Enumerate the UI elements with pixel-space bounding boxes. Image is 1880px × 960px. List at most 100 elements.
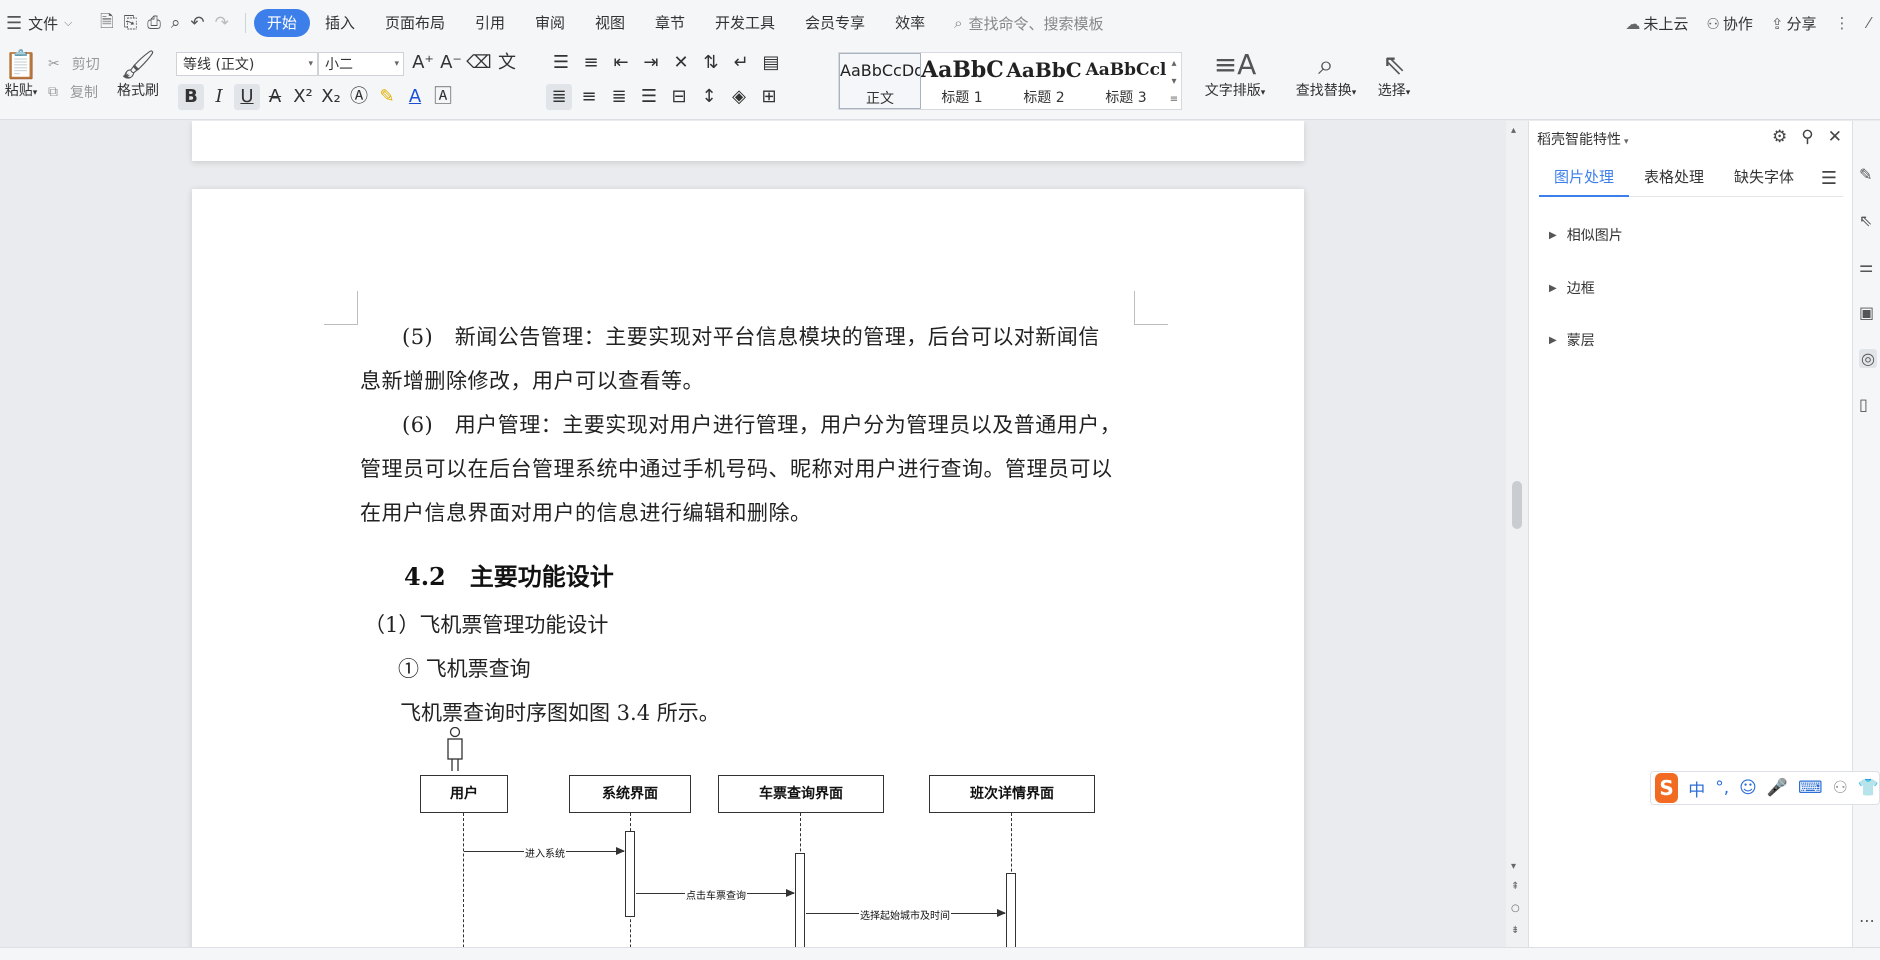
cut-button[interactable]: ✂ 剪切 <box>48 54 100 74</box>
bold-icon[interactable]: B <box>178 84 204 110</box>
font-name-select[interactable]: 等线 (正文) ▾ <box>176 52 318 76</box>
decrease-indent-icon[interactable]: ⇤ <box>608 50 634 76</box>
grow-font-icon[interactable]: A⁺ <box>410 50 436 76</box>
punctuation-icon[interactable]: °, <box>1715 778 1729 798</box>
next-page-icon[interactable]: ⇟ <box>1511 925 1519 936</box>
justify-icon[interactable]: ☰ <box>636 84 662 110</box>
text-layout-button[interactable]: ≡A 文字排版▾ <box>1198 48 1272 100</box>
clear-format-icon[interactable]: ⌫ <box>466 50 492 76</box>
style-scroll[interactable]: ▴ ▾ ≡ <box>1167 53 1181 109</box>
distribute-icon[interactable]: ⊟ <box>666 84 692 110</box>
panel-item-border[interactable]: ▶ 边框 <box>1549 278 1595 298</box>
tab-efficiency[interactable]: 效率 <box>880 9 940 37</box>
gear-icon[interactable]: ⚙ <box>1772 127 1787 147</box>
sequence-diagram[interactable]: 用户 系统界面 车票查询界面 班次详情界面 进入系统 点击车票查询 选择起始城市… <box>420 727 1120 947</box>
command-search[interactable]: ⌕ 查找命令、搜索模板 <box>954 13 1103 34</box>
emoji-icon[interactable]: ☺ <box>1739 778 1757 798</box>
chinese-layout-icon[interactable]: ✕ <box>668 50 694 76</box>
line-spacing-icon[interactable]: ↕ <box>696 84 722 110</box>
shirt-icon[interactable]: 👕 <box>1858 778 1879 798</box>
more-icon[interactable]: ⋮ <box>1834 14 1849 32</box>
find-replace-button[interactable]: ⌕ 查找替换▾ <box>1288 48 1364 100</box>
superscript-icon[interactable]: X² <box>290 84 316 110</box>
save-icon[interactable]: 🗎 <box>100 9 114 38</box>
sort-icon[interactable]: ⇅ <box>698 50 724 76</box>
redo-icon[interactable]: ↷ <box>215 13 229 33</box>
skin-icon[interactable]: ⚇ <box>1833 778 1848 798</box>
copy-button[interactable]: ⧉ 复制 <box>48 82 98 102</box>
panel-item-mask[interactable]: ▶ 蒙层 <box>1549 330 1595 350</box>
tab-missing-fonts[interactable]: 缺失字体 <box>1719 161 1809 197</box>
panel-item-similar-images[interactable]: ▶ 相似图片 <box>1549 225 1623 245</box>
show-marks-icon[interactable]: ↵ <box>728 50 754 76</box>
image-icon[interactable]: ▣ <box>1859 303 1874 322</box>
style-heading-2[interactable]: AaBbC 标题 2 <box>1003 53 1085 109</box>
font-color-icon[interactable]: A <box>402 84 428 110</box>
tab-view[interactable]: 视图 <box>580 9 640 37</box>
scrollbar-thumb[interactable] <box>1512 481 1522 529</box>
figure-reference-line[interactable]: 飞机票查询时序图如图 3.4 所示。 <box>400 697 720 727</box>
microphone-icon[interactable]: 🎤 <box>1767 778 1788 798</box>
print-preview-icon[interactable]: ⌕ <box>171 13 181 33</box>
tab-developer[interactable]: 开发工具 <box>700 9 790 37</box>
more-icon[interactable]: ⋯ <box>1859 911 1875 930</box>
collapse-ribbon-icon[interactable]: ⁄ <box>1867 14 1870 32</box>
tab-page-layout[interactable]: 页面布局 <box>370 9 460 37</box>
italic-icon[interactable]: I <box>206 84 232 110</box>
tab-section[interactable]: 章节 <box>640 9 700 37</box>
paragraph-5[interactable]: (5) 新闻公告管理：主要实现对平台信息模块的管理，后台可以对新闻信 息新增删除… <box>360 315 1140 403</box>
scroll-up-icon[interactable]: ▴ <box>1511 125 1516 136</box>
export-pdf-icon[interactable]: ⎘ <box>124 13 138 33</box>
pin-icon[interactable]: ⚲ <box>1801 127 1813 147</box>
paste-button[interactable]: 📋 粘贴▾ <box>0 48 42 100</box>
prev-page-icon[interactable]: ⇞ <box>1511 881 1519 892</box>
subscript-icon[interactable]: X₂ <box>318 84 344 110</box>
cursor-icon[interactable]: ⇖ <box>1859 211 1872 230</box>
collab-button[interactable]: ⚇ 协作 <box>1706 13 1752 34</box>
highlight-icon[interactable]: ✎ <box>374 84 400 110</box>
shrink-font-icon[interactable]: A⁻ <box>438 50 464 76</box>
tab-review[interactable]: 审阅 <box>520 9 580 37</box>
sliders-icon[interactable]: ⚌ <box>1859 257 1873 276</box>
ime-mode-toggle[interactable]: 中 <box>1688 776 1705 801</box>
tab-image-processing[interactable]: 图片处理 <box>1539 161 1630 197</box>
tab-home[interactable]: 开始 <box>253 9 310 37</box>
scroll-down-icon[interactable]: ▾ <box>1511 861 1516 872</box>
ruler-icon[interactable]: ▤ <box>758 50 784 76</box>
pen-icon[interactable]: ✎ <box>1859 165 1872 184</box>
align-center-icon[interactable]: ≡ <box>576 84 602 110</box>
close-icon[interactable]: ✕ <box>1828 127 1842 147</box>
print-icon[interactable]: ⎙ <box>147 13 161 33</box>
phonetic-guide-icon[interactable]: 文 <box>494 50 520 76</box>
section-heading[interactable]: 4.2 主要功能设计 <box>404 557 614 592</box>
shading-icon[interactable]: ◈ <box>726 84 752 110</box>
numbered-list-icon[interactable]: ≡ <box>578 50 604 76</box>
select-browse-icon[interactable]: ○ <box>1511 903 1520 914</box>
smart-feature-icon[interactable]: ◎ <box>1859 349 1877 368</box>
borders-icon[interactable]: ⊞ <box>756 84 782 110</box>
file-menu[interactable]: ☰ 文件 ⌵ <box>0 13 92 34</box>
style-heading-3[interactable]: AaBbCcl 标题 3 <box>1085 53 1167 109</box>
strikethrough-icon[interactable]: A <box>262 84 288 110</box>
align-left-icon[interactable]: ≣ <box>546 84 572 110</box>
subsection-title[interactable]: （1）飞机票管理功能设计 <box>364 609 608 639</box>
share-button[interactable]: ⇪ 分享 <box>1771 13 1817 34</box>
keyboard-icon[interactable]: ⌨ <box>1798 778 1823 798</box>
tab-insert[interactable]: 插入 <box>310 9 370 37</box>
panel-title-dropdown[interactable]: 稻壳智能特性 ▾ <box>1537 129 1629 149</box>
book-icon[interactable]: ▯ <box>1859 395 1868 414</box>
tab-member[interactable]: 会员专享 <box>790 9 880 37</box>
increase-indent-icon[interactable]: ⇥ <box>638 50 664 76</box>
bullet-list-icon[interactable]: ☰ <box>548 50 574 76</box>
select-button[interactable]: ⇖ 选择▾ <box>1370 48 1418 100</box>
paragraph-6[interactable]: (6) 用户管理：主要实现对用户进行管理，用户分为管理员以及普通用户， 管理员可… <box>360 403 1140 535</box>
char-shading-icon[interactable]: 🄰 <box>430 84 456 110</box>
underline-icon[interactable]: U <box>234 84 260 110</box>
sogou-logo[interactable]: S <box>1655 773 1679 803</box>
style-normal[interactable]: AaBbCcDd 正文 <box>839 53 921 109</box>
text-effect-icon[interactable]: Ⓐ <box>346 84 372 110</box>
menu-icon[interactable]: ☰ <box>1821 168 1843 189</box>
font-size-select[interactable]: 小二 ▾ <box>318 52 404 76</box>
align-right-icon[interactable]: ≣ <box>606 84 632 110</box>
document-scrollbar[interactable]: ▴ ▾ ⇞ ○ ⇟ <box>1506 121 1528 947</box>
